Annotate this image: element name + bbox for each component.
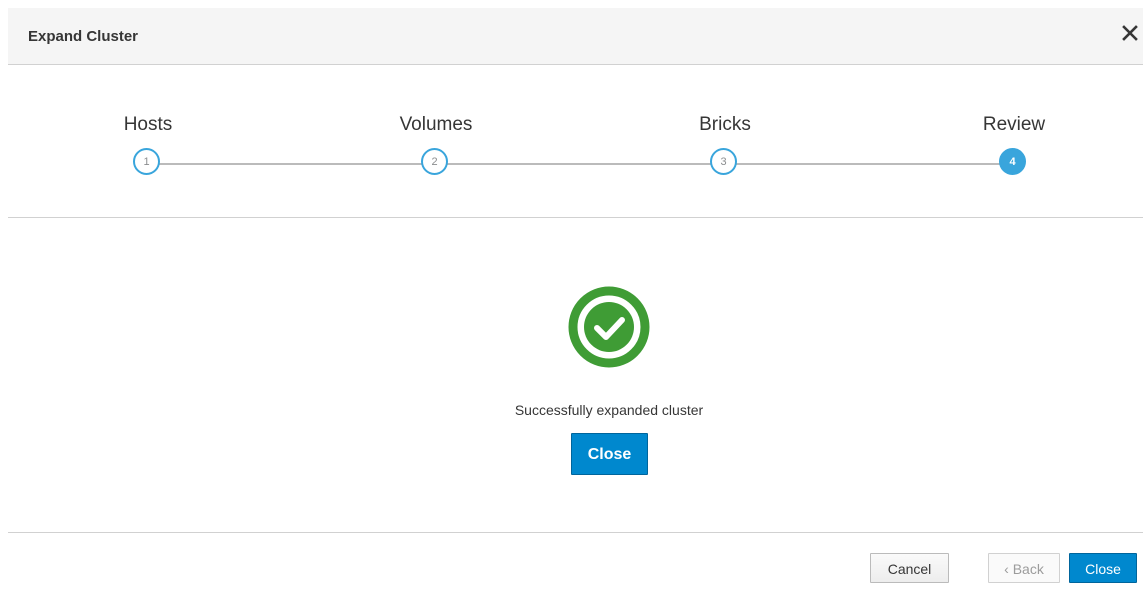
success-message: Successfully expanded cluster: [514, 402, 704, 418]
dialog-title: Expand Cluster: [28, 28, 139, 45]
step-bricks[interactable]: Bricks 3: [625, 66, 825, 186]
step-review[interactable]: Review 4: [914, 66, 1114, 186]
step-label: Bricks: [699, 114, 751, 135]
step-number: 1: [133, 148, 160, 175]
wizard-steps: Hosts 1 Volumes 2 Bricks 3 Review 4: [8, 66, 1143, 218]
step-label: Volumes: [399, 114, 473, 135]
check-circle-icon: [566, 284, 652, 370]
step-volumes[interactable]: Volumes 2: [336, 66, 536, 186]
dialog-header: Expand Cluster: [8, 8, 1143, 65]
footer-close-button[interactable]: Close: [1069, 553, 1137, 583]
dialog-body: Successfully expanded cluster Close: [8, 218, 1143, 533]
step-hosts[interactable]: Hosts 1: [48, 66, 248, 186]
expand-cluster-dialog: Expand Cluster Hosts 1 Volumes 2 Bricks …: [0, 0, 1143, 601]
back-button[interactable]: ‹ Back: [988, 553, 1060, 583]
step-label: Hosts: [123, 114, 173, 135]
step-number: 3: [710, 148, 737, 175]
close-icon[interactable]: [1119, 22, 1143, 46]
close-button[interactable]: Close: [571, 433, 648, 475]
step-label: Review: [982, 114, 1046, 135]
cancel-button[interactable]: Cancel: [870, 553, 949, 583]
step-number: 4: [999, 148, 1026, 175]
steps-connector-line: [148, 163, 1015, 165]
step-number: 2: [421, 148, 448, 175]
